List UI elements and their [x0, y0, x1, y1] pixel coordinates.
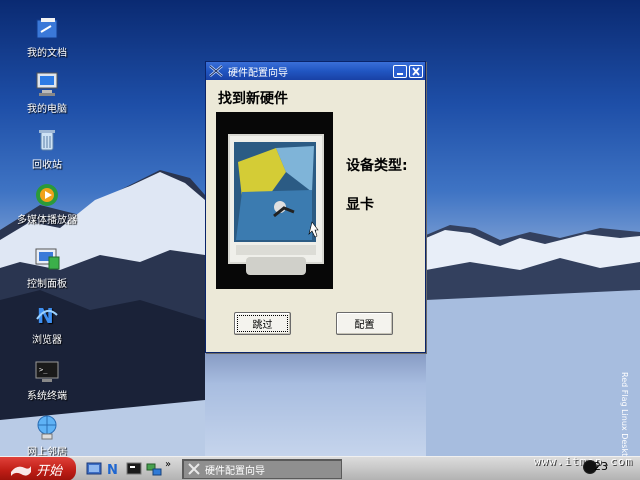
dialog-titlebar[interactable]: 硬件配置向导 [206, 62, 425, 80]
recycle-bin-icon [33, 126, 61, 154]
desktop-icon-label: 我的文档 [27, 48, 67, 59]
close-button[interactable] [409, 64, 423, 78]
app-x-icon [187, 463, 201, 475]
desktop-icon-network[interactable]: 网上邻居 [8, 413, 86, 458]
hardware-wizard-dialog: 硬件配置向导 找到新硬件 设备类型: 显卡 跳过 配置 [205, 61, 426, 353]
start-label: 开始 [36, 463, 63, 479]
documents-folder-icon [33, 14, 61, 42]
desktop-icon-label: 浏览器 [32, 335, 62, 346]
desktop-icon-browser[interactable]: N 浏览器 [8, 301, 86, 346]
minimize-icon [397, 72, 403, 75]
desktop-icon-media-player[interactable]: 多媒体播放器 [8, 181, 86, 226]
quicklaunch-desktop-icon[interactable] [86, 461, 102, 477]
minimize-button[interactable] [393, 64, 407, 78]
quicklaunch-more[interactable]: » [165, 459, 171, 470]
computer-icon [33, 70, 61, 98]
device-type-label: 设备类型: [346, 158, 408, 174]
desktop-icon-label: 回收站 [32, 160, 62, 171]
svg-text:>_: >_ [39, 366, 48, 374]
desktop-icon-my-documents[interactable]: 我的文档 [8, 14, 86, 59]
desktop-icon-my-computer[interactable]: 我的电脑 [8, 70, 86, 115]
taskbar-item-label: 硬件配置向导 [205, 465, 265, 477]
configure-button[interactable]: 配置 [336, 312, 393, 335]
terminal-icon: >_ [33, 357, 61, 385]
desktop-icon-label: 多媒体播放器 [17, 215, 77, 226]
skip-button[interactable]: 跳过 [234, 312, 291, 335]
taskbar-item-hardware-wizard[interactable]: 硬件配置向导 [182, 459, 342, 479]
control-panel-icon [33, 245, 61, 273]
desktop-icon-recycle-bin[interactable]: 回收站 [8, 126, 86, 171]
dialog-heading: 找到新硬件 [218, 91, 288, 107]
desktop-icon-label: 控制面板 [27, 279, 67, 290]
browser-icon: N [33, 301, 61, 329]
start-button[interactable]: 开始 [0, 457, 76, 480]
quicklaunch-browser-icon[interactable]: N [106, 461, 122, 478]
network-icon [33, 413, 61, 441]
quicklaunch-network-icon[interactable] [146, 461, 162, 477]
desktop-icon-label: 系统终端 [27, 391, 67, 402]
close-icon [412, 66, 420, 76]
quicklaunch-terminal-icon[interactable] [126, 461, 142, 477]
media-player-icon [33, 181, 61, 209]
desktop-icon-terminal[interactable]: >_ 系统终端 [8, 357, 86, 402]
desktop-brand-text: Red Flag Linux Desktop [620, 372, 629, 467]
device-type-value: 显卡 [346, 197, 374, 213]
svg-text:N: N [107, 463, 118, 477]
desktop-icon-label: 我的电脑 [27, 104, 67, 115]
dialog-title: 硬件配置向导 [228, 67, 288, 79]
taskbar-clock[interactable]: 23 [594, 460, 608, 473]
app-x-icon [208, 64, 224, 78]
monitor-illustration [216, 112, 333, 289]
desktop-icon-control-panel[interactable]: 控制面板 [8, 245, 86, 290]
red-flag-icon [10, 462, 32, 476]
